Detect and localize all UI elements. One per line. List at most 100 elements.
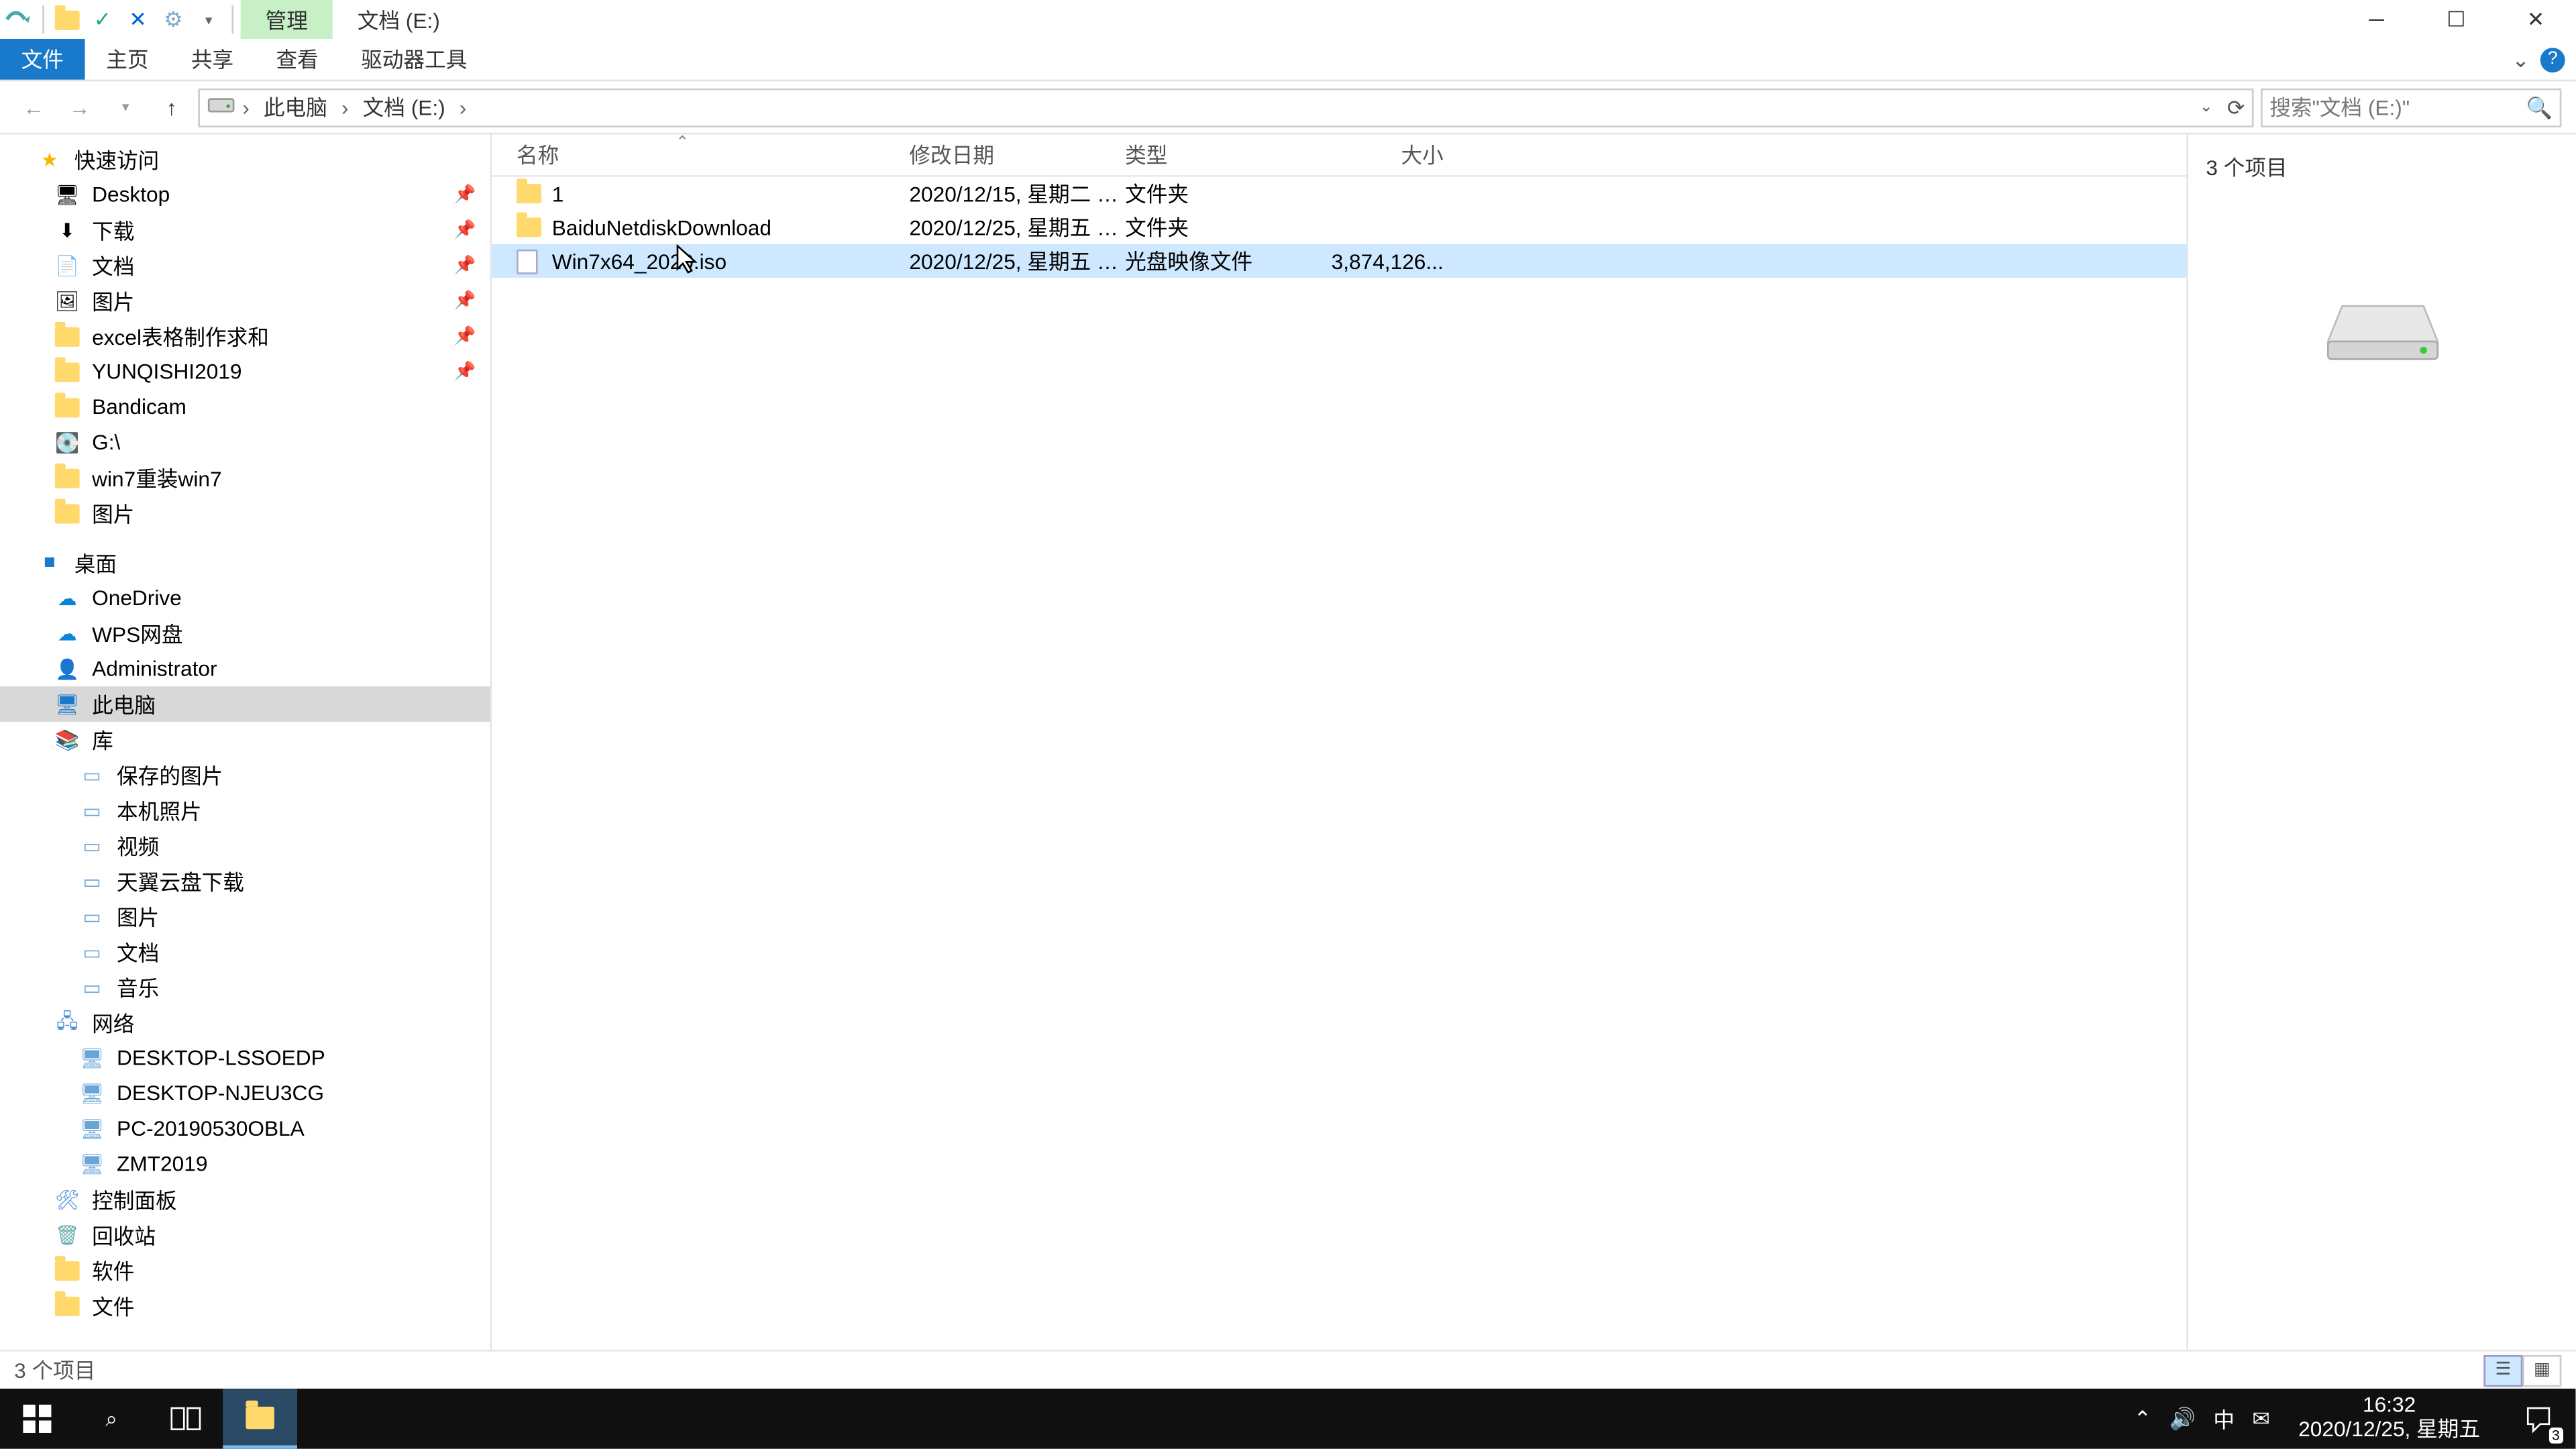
nav-network-computer[interactable]: 🖥DESKTOP-NJEU3CG (0, 1075, 490, 1111)
start-button[interactable] (0, 1389, 74, 1449)
library-item-icon: ▭ (78, 761, 106, 789)
task-view-button[interactable] (149, 1389, 223, 1449)
action-center-button[interactable]: 3 (2508, 1389, 2569, 1449)
ribbon-view-tab[interactable]: 查看 (255, 39, 340, 80)
file-type: 文件夹 (1125, 212, 1302, 242)
nav-qa-item[interactable]: YUNQISHI2019📌 (0, 354, 490, 389)
nav-back-button[interactable]: ← (14, 88, 53, 127)
nav-control-panel[interactable]: 🛠控制面板 (0, 1182, 490, 1218)
library-item-icon: ▭ (78, 902, 106, 930)
nav-qa-item[interactable]: 🖥Desktop📌 (0, 177, 490, 213)
file-name: BaiduNetdiskDownload (552, 215, 910, 239)
close-button[interactable]: ✕ (2496, 0, 2576, 39)
library-item-icon: ▭ (78, 938, 106, 966)
breadcrumb-drive[interactable]: 文档 (E:) (356, 92, 452, 122)
breadcrumb-bar[interactable]: › 此电脑 › 文档 (E:) › ⌄ ⟳ (198, 88, 2253, 127)
nav-library-item[interactable]: ▭音乐 (0, 969, 490, 1005)
file-list[interactable]: 12020/12/15, 星期二 1...文件夹BaiduNetdiskDown… (492, 177, 2186, 1350)
file-row[interactable]: Win7x64_2020.iso2020/12/25, 星期五 1...光盘映像… (492, 244, 2186, 278)
nav-library-item[interactable]: ▭图片 (0, 899, 490, 934)
taskbar-file-explorer[interactable] (223, 1389, 297, 1449)
nav-desktop-root[interactable]: ■桌面 (0, 545, 490, 580)
column-size[interactable]: 大小 (1302, 140, 1444, 170)
chevron-right-icon[interactable]: › (460, 95, 467, 119)
maximize-button[interactable]: ☐ (2416, 0, 2496, 39)
address-dropdown-icon[interactable]: ⌄ (2200, 97, 2213, 117)
nav-qa-item[interactable]: 💽G:\ (0, 425, 490, 460)
pin-icon: 📌 (454, 256, 476, 275)
column-headers[interactable]: 名称⌃ 修改日期 类型 大小 (492, 134, 2186, 176)
desktop-icon: ■ (36, 548, 64, 576)
tray-volume-icon[interactable]: 🔊 (2169, 1406, 2196, 1431)
refresh-icon[interactable]: ⟳ (2227, 95, 2245, 119)
nav-item-label: Bandicam (92, 394, 186, 419)
navigation-pane[interactable]: ★快速访问 🖥Desktop📌⬇下载📌📄文档📌🖼图片📌excel表格制作求和📌Y… (0, 134, 492, 1350)
qat-settings-icon[interactable]: ⚙ (158, 3, 189, 35)
nav-recycle-bin[interactable]: 🗑回收站 (0, 1217, 490, 1252)
nav-network-computer[interactable]: 🖥ZMT2019 (0, 1146, 490, 1182)
search-icon[interactable]: 🔍 (2526, 95, 2553, 119)
nav-qa-item[interactable]: excel表格制作求和📌 (0, 319, 490, 354)
ribbon-file-tab[interactable]: 文件 (0, 39, 85, 80)
nav-library-item[interactable]: ▭本机照片 (0, 792, 490, 828)
nav-qa-item[interactable]: ⬇下载📌 (0, 212, 490, 248)
nav-up-button[interactable]: ↑ (152, 88, 191, 127)
tray-overflow-icon[interactable]: ⌃ (2134, 1406, 2152, 1431)
qat-check-icon[interactable]: ✓ (87, 3, 118, 35)
nav-qa-item[interactable]: 图片 (0, 495, 490, 531)
folder-icon (53, 1291, 81, 1320)
pin-icon: 📌 (454, 362, 476, 381)
nav-network-computer[interactable]: 🖥DESKTOP-LSSOEDP (0, 1040, 490, 1076)
nav-network[interactable]: 🖧网络 (0, 1005, 490, 1040)
minimize-button[interactable]: ─ (2337, 0, 2416, 39)
help-icon[interactable]: ? (2540, 47, 2565, 72)
tray-mail-icon[interactable]: ✉ (2252, 1406, 2270, 1431)
contextual-tab-manage[interactable]: 管理 (241, 0, 333, 39)
ribbon-drive-tools-tab[interactable]: 驱动器工具 (339, 39, 488, 80)
file-row[interactable]: 12020/12/15, 星期二 1...文件夹 (492, 177, 2186, 211)
folder-icon (517, 184, 552, 203)
nav-library-item[interactable]: ▭视频 (0, 828, 490, 863)
column-name[interactable]: 名称⌃ (517, 140, 909, 170)
qat-folder-icon[interactable] (51, 3, 83, 35)
nav-this-pc[interactable]: 🖥此电脑 (0, 686, 490, 722)
nav-wps[interactable]: ☁WPS网盘 (0, 616, 490, 651)
taskbar[interactable]: ⌕ ⌃ 🔊 中 ✉ 16:32 2020/12/25, 星期五 3 (0, 1389, 2575, 1449)
nav-forward-button[interactable]: → (60, 88, 99, 127)
qat-dropdown-icon[interactable]: ▾ (193, 3, 224, 35)
nav-software[interactable]: 软件 (0, 1252, 490, 1288)
app-icon[interactable] (3, 3, 35, 35)
qat-close-icon[interactable]: ✕ (122, 3, 154, 35)
nav-library-item[interactable]: ▭保存的图片 (0, 757, 490, 793)
tray-ime-indicator[interactable]: 中 (2213, 1403, 2235, 1434)
nav-qa-item[interactable]: win7重装win7 (0, 460, 490, 496)
nav-library-item[interactable]: ▭文档 (0, 934, 490, 969)
nav-libraries[interactable]: 📚库 (0, 722, 490, 757)
file-date: 2020/12/25, 星期五 1... (909, 246, 1125, 276)
nav-library-item[interactable]: ▭天翼云盘下载 (0, 863, 490, 899)
breadcrumb-this-pc[interactable]: 此电脑 (256, 92, 334, 122)
nav-qa-item[interactable]: 📄文档📌 (0, 248, 490, 283)
cloud-icon: ☁ (53, 619, 81, 647)
nav-qa-item[interactable]: Bandicam (0, 389, 490, 425)
taskbar-clock[interactable]: 16:32 2020/12/25, 星期五 (2288, 1394, 2491, 1443)
search-input[interactable]: 搜索"文档 (E:)" 🔍 (2261, 88, 2561, 127)
file-row[interactable]: BaiduNetdiskDownload2020/12/25, 星期五 1...… (492, 211, 2186, 244)
nav-administrator[interactable]: 👤Administrator (0, 651, 490, 686)
ribbon-expand-icon[interactable]: ⌄ (2512, 47, 2530, 72)
column-date[interactable]: 修改日期 (909, 140, 1125, 170)
chevron-right-icon[interactable]: › (242, 95, 250, 119)
search-button[interactable]: ⌕ (74, 1389, 149, 1449)
nav-qa-item[interactable]: 🖼图片📌 (0, 283, 490, 319)
ribbon-home-tab[interactable]: 主页 (85, 39, 170, 80)
nav-files[interactable]: 文件 (0, 1288, 490, 1324)
nav-network-computer[interactable]: 🖥PC-20190530OBLA (0, 1111, 490, 1146)
nav-quick-access[interactable]: ★快速访问 (0, 142, 490, 177)
column-type[interactable]: 类型 (1125, 140, 1302, 170)
chevron-right-icon[interactable]: › (341, 95, 349, 119)
ribbon-share-tab[interactable]: 共享 (170, 39, 255, 80)
nav-recent-dropdown[interactable]: ▾ (106, 88, 145, 127)
view-details-button[interactable]: ☰ (2483, 1354, 2522, 1386)
view-icons-button[interactable]: ▦ (2522, 1354, 2561, 1386)
nav-onedrive[interactable]: ☁OneDrive (0, 580, 490, 616)
